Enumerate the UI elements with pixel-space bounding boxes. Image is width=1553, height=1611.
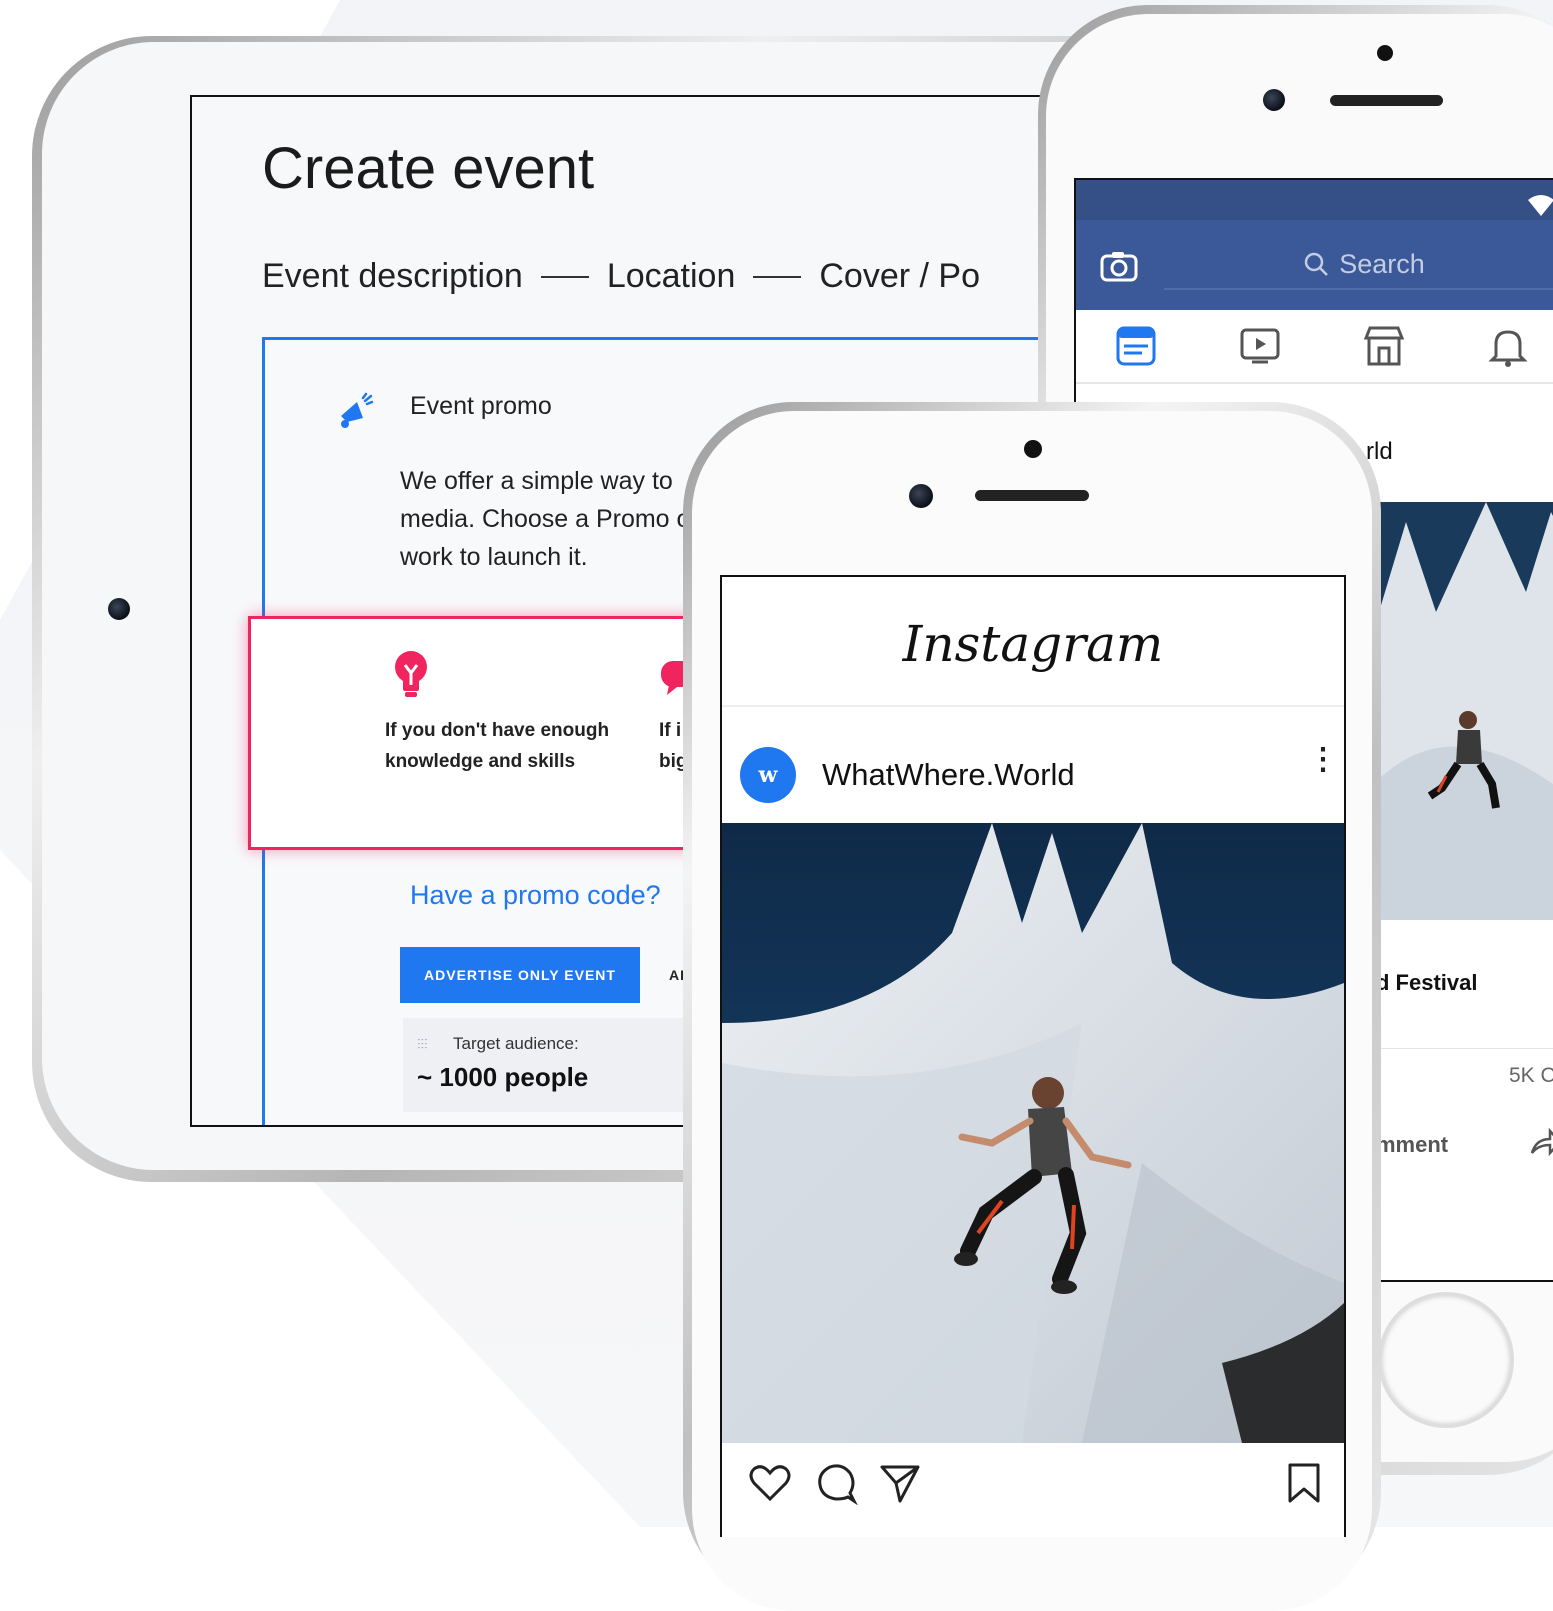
send-icon[interactable] [878, 1461, 922, 1505]
news-feed-icon[interactable] [1114, 324, 1158, 368]
audience-label: Target audience: [453, 1034, 579, 1053]
divider [722, 705, 1344, 707]
step-event-description[interactable]: Event description [262, 257, 523, 296]
lightbulb-icon [395, 651, 427, 697]
promo-option-card[interactable]: If you don't have enough knowledge and s… [248, 616, 724, 850]
more-options-icon[interactable]: ⋮ [1308, 745, 1338, 775]
tent-photo [1376, 502, 1553, 920]
megaphone-icon [341, 392, 374, 428]
front-phone-camera [909, 484, 933, 508]
search-icon [1304, 252, 1329, 276]
search-bar[interactable]: Search [1164, 240, 1553, 290]
wifi-icon [1528, 195, 1553, 216]
bell-icon[interactable] [1486, 324, 1530, 368]
comment-count: 5K C [1509, 1064, 1553, 1087]
search-placeholder: Search [1339, 248, 1425, 279]
equalizer-icon: ⫶⫶⫶ [417, 1036, 428, 1052]
tent-photo [722, 823, 1344, 1443]
event-photo[interactable] [1376, 502, 1553, 920]
step-connector [753, 275, 802, 278]
step-location[interactable]: Location [607, 257, 736, 296]
post-actions [722, 1461, 1344, 1521]
advertise-only-event-button[interactable]: ADVERTISE ONLY EVENT [400, 947, 640, 1003]
marketplace-icon[interactable] [1362, 324, 1406, 368]
facebook-tab-bar [1076, 310, 1553, 384]
promo-code-link[interactable]: Have a promo code? [410, 880, 661, 911]
instagram-screen: Instagram w WhatWhere.World ⋮ [720, 575, 1346, 1537]
page-title: Create event [262, 136, 595, 201]
tablet-camera [108, 598, 130, 620]
heart-icon[interactable] [748, 1461, 792, 1505]
share-icon[interactable] [1528, 1125, 1553, 1159]
promo-description: We offer a simple way to media. Choose a… [400, 467, 698, 571]
audience-value: ~ 1000 people [417, 1062, 589, 1092]
step-cover[interactable]: Cover / Po [819, 257, 980, 296]
step-progress: Event description Location Cover / Po [262, 257, 980, 296]
target-audience-box: ⫶⫶⫶ Target audience: ~ 1000 people [403, 1018, 703, 1112]
back-phone-home-button [1378, 1292, 1514, 1428]
instagram-logo: Instagram [902, 615, 1164, 673]
front-phone-sensor [1024, 440, 1042, 458]
back-phone-camera [1263, 89, 1285, 111]
step-connector [540, 275, 589, 278]
camera-icon[interactable] [1100, 250, 1138, 282]
event-title[interactable]: d Festival [1376, 970, 1477, 996]
bookmark-icon[interactable] [1282, 1461, 1326, 1505]
option-text: If you don't have enough knowledge and s… [385, 720, 610, 772]
page-name[interactable]: rld [1366, 438, 1393, 466]
video-icon[interactable] [1238, 324, 1282, 368]
comment-button[interactable]: mment [1376, 1132, 1448, 1158]
username[interactable]: WhatWhere.World [822, 757, 1075, 793]
avatar[interactable]: w [740, 747, 796, 803]
facebook-header: Search [1076, 180, 1553, 310]
back-phone-sensor [1377, 45, 1393, 61]
promo-title: Event promo [410, 392, 552, 420]
avatar-letter: w [758, 762, 778, 788]
post-photo[interactable] [722, 823, 1344, 1443]
divider [1366, 1048, 1553, 1049]
status-bar [1076, 180, 1553, 220]
front-phone-speaker [975, 490, 1089, 501]
comment-icon[interactable] [814, 1461, 858, 1505]
back-phone-speaker [1330, 95, 1443, 106]
